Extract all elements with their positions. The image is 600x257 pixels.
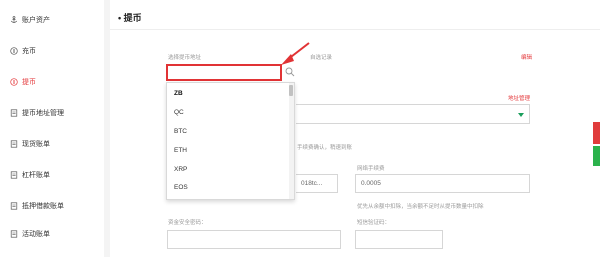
sidebar-item-label: 现货账单: [22, 141, 50, 148]
address-select-label: 选择提币地址: [168, 55, 202, 61]
sms-label: 短信验证码：: [357, 220, 391, 226]
fee-note: 优先从余额中扣除，当余额不足时从提币数量中扣除: [357, 204, 484, 210]
document-icon: [10, 171, 18, 179]
fund-password-input[interactable]: [167, 230, 341, 249]
main-panel: • 提币 选择提币地址 自选记录 编辑 地址管理 手续费确认，稍速到账 018t…: [110, 0, 600, 257]
sidebar-item-leverage-bills[interactable]: 杠杆账单: [0, 163, 104, 187]
sidebar-item-spot-bills[interactable]: 现货账单: [0, 132, 104, 156]
dropdown-scroll-thumb[interactable]: [289, 85, 293, 96]
sidebar-item-label: 活动账单: [22, 231, 50, 238]
dropdown-option-qc[interactable]: QC: [174, 109, 184, 116]
sidebar-item-label: 提币: [22, 79, 36, 86]
sidebar-item-label: 充币: [22, 48, 36, 55]
dropdown-option-xrp[interactable]: XRP: [174, 166, 187, 173]
address-search-input[interactable]: [166, 64, 282, 81]
sms-code-input[interactable]: [355, 230, 443, 249]
sidebar-item-label: 账户资产: [22, 17, 50, 24]
dropdown-option-zb[interactable]: ZB: [174, 90, 183, 97]
fund-password-label: 资金安全密码：: [168, 220, 207, 226]
sidebar-item-account-assets[interactable]: 账户资产: [0, 8, 104, 32]
right-edge-tab-red[interactable]: [593, 122, 600, 144]
sidebar-item-activity-bills[interactable]: 活动账单: [0, 222, 104, 246]
fee-label: 网络手续费: [357, 166, 385, 172]
sidebar-item-loan-bills[interactable]: 抵押借款账单: [0, 194, 104, 218]
right-edge-tab-green[interactable]: [593, 146, 600, 166]
currency-dropdown[interactable]: ZB QC BTC ETH XRP EOS: [166, 82, 295, 200]
annotation-arrow: [281, 42, 310, 65]
amount-input[interactable]: 018tc...: [296, 174, 338, 193]
dropdown-option-btc[interactable]: BTC: [174, 128, 187, 135]
edit-link[interactable]: 编辑: [521, 53, 532, 61]
sidebar-item-label: 杠杆账单: [22, 172, 50, 179]
chevron-down-icon[interactable]: [518, 113, 524, 117]
dropdown-scrollbar[interactable]: [289, 83, 294, 199]
fee-input[interactable]: 0.0005: [355, 174, 530, 193]
page-title: • 提币: [118, 13, 142, 23]
anchor-icon: [10, 16, 18, 24]
dropdown-option-eos[interactable]: EOS: [174, 184, 188, 191]
confirm-note: 手续费确认，稍速到账: [297, 145, 353, 151]
sidebar-item-label: 提币地址管理: [22, 110, 64, 117]
document-icon: [10, 230, 18, 238]
sidebar-item-withdraw[interactable]: 提币: [0, 70, 104, 94]
title-bar: • 提币: [110, 0, 600, 30]
coin-icon: [10, 47, 18, 55]
sidebar-item-address-management[interactable]: 提币地址管理: [0, 101, 104, 125]
sidebar-item-label: 抵押借款账单: [22, 203, 64, 210]
address-manage-link[interactable]: 地址管理: [508, 94, 530, 102]
document-icon: [10, 202, 18, 210]
document-icon: [10, 109, 18, 117]
document-icon: [10, 140, 18, 148]
coin-icon: [10, 78, 18, 86]
sidebar-item-deposit[interactable]: 充币: [0, 39, 104, 63]
dropdown-option-eth[interactable]: ETH: [174, 147, 187, 154]
sidebar: 账户资产 充币 提币 提币地址管理 现货账单 杠杆账单 抵押借款账单 活动账单: [0, 0, 104, 257]
address-select[interactable]: [296, 104, 530, 124]
